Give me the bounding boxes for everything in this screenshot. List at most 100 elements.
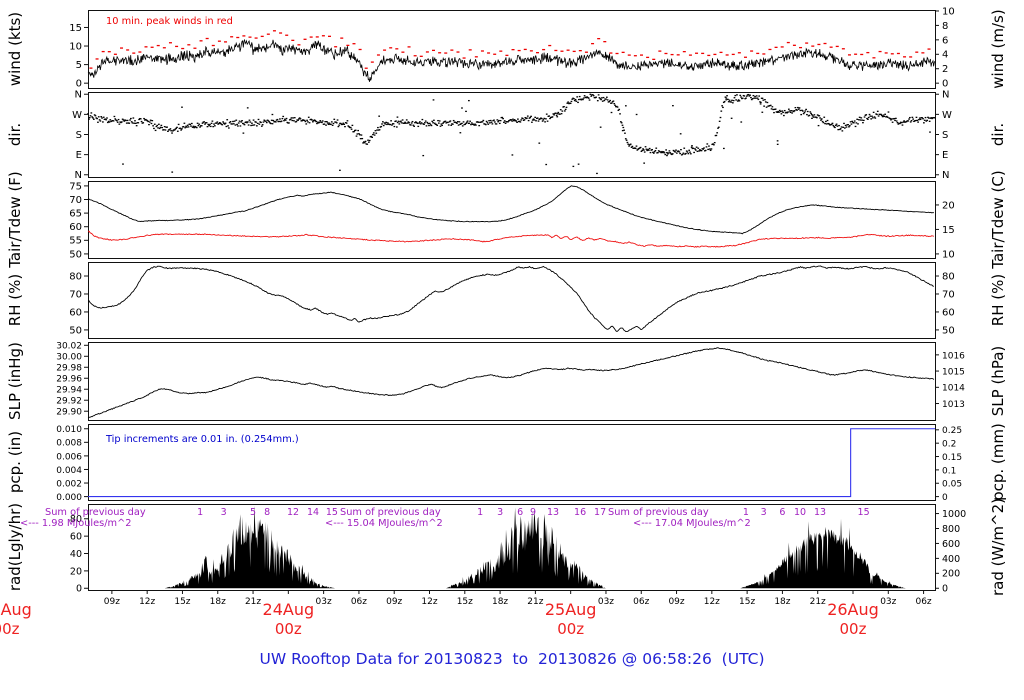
right-tick-label: 4 <box>942 50 948 61</box>
panel-dir: NWSENNWSENdir. dir. <box>6 90 1007 182</box>
date-label: 23Aug <box>0 600 32 619</box>
tdew-trace <box>87 230 935 248</box>
x-tick-label: 06z <box>915 597 931 607</box>
left-axis-title: SLP (inHg) <box>6 342 24 420</box>
x-tick-label: 03z <box>880 597 896 607</box>
x-tick-label: 18z <box>492 597 508 607</box>
right-tick-label: 1015 <box>942 367 965 377</box>
left-tick-label: 75 <box>69 181 82 192</box>
left-axis-title: pcp. (in) <box>6 431 24 493</box>
panel-pcp: 0.000 0.002 0.004 0.006 0.008 0.010 0 0.05 0.1 0.… <box>6 423 1007 503</box>
cumulative-mj-label: 12 <box>287 507 299 518</box>
left-tick-label: 29.92 <box>56 397 82 407</box>
left-tick-label: 29.90 <box>56 408 82 418</box>
left-tick-label: 40 <box>70 549 82 560</box>
right-tick-label: 0 <box>942 493 948 503</box>
x-tick-label: 15z <box>457 597 473 607</box>
left-tick-label: 30.02 <box>56 342 82 352</box>
panel-frame <box>88 262 936 339</box>
right-tick-label: 10 <box>942 6 955 17</box>
left-tick-label: 0.010 <box>56 425 82 435</box>
cumulative-mj-label: 3 <box>497 507 503 518</box>
right-tick-label: S <box>942 130 948 141</box>
cumulative-mj-label: 10 <box>794 507 806 518</box>
cumulative-mj-label: 16 <box>574 507 586 518</box>
left-tick-label: E <box>76 150 82 161</box>
right-tick-label: 0 <box>942 584 948 595</box>
x-tick-label: 09z <box>668 597 684 607</box>
right-tick-label: W <box>942 110 952 121</box>
panel-slp: 29.9029.9229.9429.9629.9830.0030.02 1013 1… <box>6 342 1007 421</box>
left-tick-label: 0 <box>76 79 82 90</box>
left-tick-label: 10 <box>69 41 82 52</box>
left-tick-label: 55 <box>69 236 82 247</box>
right-tick-label: 1013 <box>942 400 965 410</box>
cumulative-mj-label: 1 <box>743 507 749 518</box>
right-tick-label: 0.15 <box>942 453 962 463</box>
right-axis-title: Tair/Tdew (C) <box>989 170 1007 269</box>
x-tick-label: 15z <box>739 597 755 607</box>
left-axis-title: wind (kts) <box>6 12 24 86</box>
panel-annotation: Tip increments are 0.01 in. (0.254mm.) <box>105 434 299 445</box>
tair-trace <box>87 185 934 235</box>
right-tick-label: 20 <box>942 200 955 211</box>
x-tick-label: 06z <box>351 597 367 607</box>
multipanel-chart-svg: 0510150246810wind (kts) wind (m/s)10 min.… <box>0 6 1007 638</box>
right-axis-title: rad (W/m^2) <box>989 498 1007 596</box>
right-tick-label: N <box>942 170 949 181</box>
sum-previous-day-label: Sum of previous day <box>45 507 146 518</box>
right-tick-label: 8 <box>942 21 948 32</box>
left-tick-label: 0.006 <box>56 452 82 462</box>
right-axis-title: wind (m/s) <box>989 9 1007 88</box>
cumulative-mj-label: 1 <box>197 507 203 518</box>
left-tick-label: 30.00 <box>56 353 82 363</box>
date-label: 26Aug <box>827 600 879 619</box>
right-tick-label: 0.2 <box>942 440 956 450</box>
left-tick-label: 5 <box>76 60 82 71</box>
right-tick-label: 6 <box>942 35 948 46</box>
right-axis-title: RH (%) <box>989 274 1007 326</box>
date-label-z: 00z <box>0 620 20 638</box>
date-label-z: 00z <box>275 620 302 638</box>
left-tick-label: 29.98 <box>56 364 82 374</box>
cumulative-mj-label: 6 <box>517 507 523 518</box>
left-tick-label: 0.008 <box>56 439 82 449</box>
cumulative-mj-label: 9 <box>530 507 536 518</box>
left-tick-label: 50 <box>69 249 82 260</box>
x-tick-label: 18z <box>774 597 790 607</box>
left-tick-label: 70 <box>69 195 82 206</box>
right-axis-title: pcp. (mm) <box>989 423 1007 501</box>
x-axis: 09z 12z 15z 18z 21z 03z 06z 09z 12z 15z 18z 21z 03z 0… <box>0 590 932 638</box>
solar-radiation-day-3 <box>740 518 906 589</box>
sum-previous-day-label: Sum of previous day <box>340 507 441 518</box>
right-tick-label: 10 <box>942 249 955 260</box>
right-tick-label: 400 <box>942 554 960 565</box>
x-tick-label: 12z <box>421 597 437 607</box>
x-tick-label: 18z <box>210 597 226 607</box>
right-tick-label: 15 <box>942 225 955 236</box>
x-tick-label: 12z <box>139 597 155 607</box>
right-tick-label: 1000 <box>942 509 966 520</box>
left-tick-label: 65 <box>69 209 82 220</box>
right-tick-label: 200 <box>942 569 960 580</box>
sum-previous-day-label: Sum of previous day <box>608 507 709 518</box>
left-tick-label: 70 <box>69 289 82 300</box>
cumulative-mj-label: 13 <box>814 507 826 518</box>
x-tick-label: 15z <box>174 597 190 607</box>
left-tick-label: 0.000 <box>56 493 82 503</box>
left-tick-label: 0 <box>76 584 82 595</box>
left-tick-label: 60 <box>70 532 82 543</box>
right-tick-label: N <box>942 90 949 101</box>
left-axis-title: dir. <box>6 123 24 146</box>
panel-frame <box>88 92 936 178</box>
date-label: 25Aug <box>545 600 597 619</box>
right-tick-label: E <box>942 150 948 161</box>
panel-rad: 02040608002004006008001000rad(Lgly/hr) ra… <box>6 498 1007 596</box>
left-tick-label: N <box>75 90 82 101</box>
cumulative-mj-label: 14 <box>307 507 319 518</box>
x-tick-label: 03z <box>316 597 332 607</box>
left-tick-label: N <box>75 170 82 181</box>
panel-frame <box>88 342 936 421</box>
sum-previous-day-value: <--- 1.98 MJoules/m^2 <box>20 518 132 529</box>
cumulative-mj-label: 3 <box>761 507 767 518</box>
